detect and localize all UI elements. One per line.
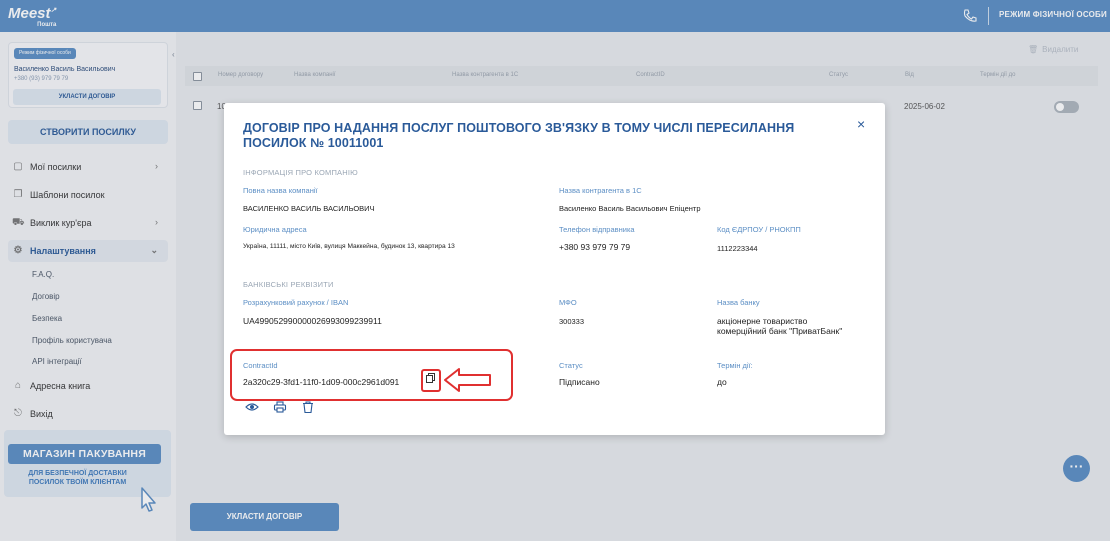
user-card: Режим фізичної особи Василенко Василь Ва… [8, 42, 168, 108]
chevron-right-icon: › [155, 217, 158, 227]
company-info-section-title: ІНФОРМАЦІЯ ПРО КОМПАНІЮ [243, 168, 358, 177]
phone-icon[interactable] [962, 8, 978, 24]
submenu-item-api-integrations[interactable]: API інтеграції [32, 357, 82, 366]
column-header-contract-number[interactable]: Номер договору [218, 72, 263, 78]
sidebar-item-logout[interactable]: ⎋ Вихід [8, 403, 168, 425]
legal-address-label: Юридична адреса [243, 225, 307, 234]
print-icon[interactable] [273, 401, 287, 413]
mode-badge: Режим фізичної особи [14, 48, 76, 59]
pointer-cursor-icon [141, 487, 156, 512]
arrow-left-icon [444, 368, 491, 392]
create-parcel-button[interactable]: СТВОРИТИ ПОСИЛКУ [8, 120, 168, 144]
sidebar-item-label: Мої посилки [30, 162, 82, 172]
sender-phone-label: Телефон відправника [559, 225, 635, 234]
chevron-right-icon: › [155, 161, 158, 171]
select-all-checkbox[interactable] [193, 72, 202, 81]
mfo-label: МФО [559, 298, 577, 307]
chevron-down-icon: ⌄ [150, 245, 158, 255]
submenu-item-contract[interactable]: Договір [32, 292, 60, 301]
copy-highlight-box [421, 369, 441, 392]
mode-switch-label[interactable]: РЕЖИМ ФІЗИЧНОЇ ОСОБИ [999, 10, 1107, 19]
logout-icon: ⎋ [14, 408, 22, 419]
row-toggle-switch[interactable] [1054, 101, 1079, 113]
trash-icon[interactable] [301, 401, 315, 413]
box-icon: ▢ [13, 161, 23, 172]
term-value: до [717, 377, 727, 387]
packaging-shop-title[interactable]: МАГАЗИН ПАКУВАННЯ [8, 444, 161, 464]
column-header-status[interactable]: Статус [829, 72, 848, 78]
sidebar-item-courier-call[interactable]: ⛟ Виклик кур'єра › [8, 212, 168, 234]
header-divider [988, 7, 989, 25]
sidebar-item-label: Шаблони посилок [30, 190, 105, 200]
row-from-date: 2025-06-02 [904, 102, 945, 111]
user-name: Василенко Василь Васильович [14, 66, 116, 73]
mfo-value: 300333 [559, 317, 585, 326]
address-book-icon: ⌂ [14, 380, 22, 391]
sidebar-item-label: Вихід [30, 409, 53, 419]
full-company-name-label: Повна назва компанії [243, 186, 318, 195]
truck-icon: ⛟ [12, 217, 25, 228]
iban-value: UA499052990000026993099239911 [243, 316, 382, 326]
sidebar-conclude-contract-button[interactable]: УКЛАСТИ ДОГОВІР [13, 89, 161, 105]
sidebar-item-label: Виклик кур'єра [30, 218, 92, 228]
iban-label: Розрахунковий рахунок / IBAN [243, 298, 349, 307]
eye-icon[interactable] [245, 401, 259, 413]
collapse-sidebar-icon[interactable]: ‹ [172, 50, 175, 59]
trash-icon: 🗑 [1028, 45, 1039, 54]
template-icon: ❐ [13, 189, 23, 200]
delete-button[interactable]: 🗑 Видалити [1028, 45, 1078, 54]
legal-address-value: Україна, 11111, місто Київ, вулиця Макке… [243, 243, 455, 250]
column-header-company-name[interactable]: Назва компанії [294, 72, 336, 78]
column-header-valid-until[interactable]: Термін дії до [980, 72, 1015, 78]
edrpou-value: 1112223344 [717, 244, 758, 253]
sender-phone-value: +380 93 979 79 79 [559, 242, 631, 252]
term-label: Термін дії: [717, 361, 753, 370]
gear-icon: ⚙ [13, 245, 23, 256]
bank-name-value: акціонерне товариство комерційний банк "… [717, 316, 843, 336]
edrpou-label: Код ЄДРПОУ / РНОКПП [717, 225, 801, 234]
close-icon[interactable]: × [857, 116, 865, 132]
full-company-name-value: ВАСИЛЕНКО ВАСИЛЬ ВАСИЛЬОВИЧ [243, 204, 375, 213]
chat-icon[interactable]: ··· [1063, 455, 1090, 482]
status-label: Статус [559, 361, 583, 370]
meest-logo[interactable]: Meest↗ Пошта [8, 4, 56, 29]
row-checkbox[interactable] [193, 101, 202, 110]
user-phone: +380 (93) 979 79 79 [14, 76, 69, 82]
sidebar-item-address-book[interactable]: ⌂ Адресна книга [8, 375, 168, 397]
modal-title: ДОГОВІР ПРО НАДАННЯ ПОСЛУГ ПОШТОВОГО ЗВ'… [243, 121, 795, 150]
submenu-item-security[interactable]: Безпека [32, 314, 62, 323]
bank-name-label: Назва банку [717, 298, 760, 307]
submenu-item-faq[interactable]: F.A.Q. [32, 270, 54, 279]
submenu-item-user-profile[interactable]: Профіль користувача [32, 336, 112, 345]
bank-details-section-title: БАНКІВСЬКІ РЕКВІЗИТИ [243, 280, 334, 289]
top-bar: Meest↗ Пошта РЕЖИМ ФІЗИЧНОЇ ОСОБИ [0, 0, 1110, 32]
sidebar-item-label: Адресна книга [30, 381, 91, 391]
sidebar-item-parcel-templates[interactable]: ❐ Шаблони посилок [8, 184, 168, 206]
column-header-from[interactable]: Від [905, 72, 914, 78]
contractor-1c-label: Назва контрагента в 1С [559, 186, 642, 195]
column-header-contractor-1c[interactable]: Назва контрагента в 1С [452, 72, 518, 78]
sidebar-item-label: Налаштування [30, 246, 96, 256]
status-value: Підписано [559, 377, 600, 387]
sidebar-item-settings[interactable]: ⚙ Налаштування ⌄ [8, 240, 168, 262]
contractor-1c-value: Василенко Василь Васильович Епіцентр [559, 204, 701, 213]
sidebar-item-my-parcels[interactable]: ▢ Мої посилки › [8, 156, 168, 178]
conclude-contract-button[interactable]: УКЛАСТИ ДОГОВІР [190, 503, 339, 531]
column-header-contract-id[interactable]: ContractID [636, 72, 665, 78]
packaging-shop-subtitle: ДЛЯ БЕЗПЕЧНОЇ ДОСТАВКИ ПОСИЛОК ТВОЇМ КЛІ… [28, 470, 127, 486]
